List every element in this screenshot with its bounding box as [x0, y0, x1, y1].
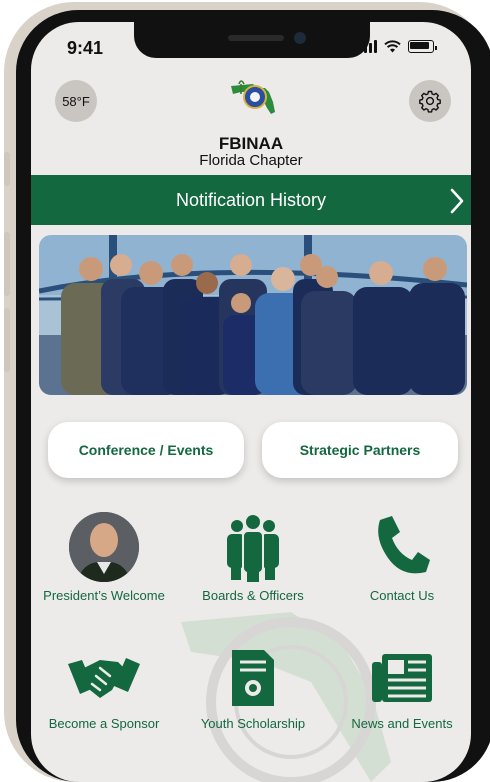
notification-history-label: Notification History	[175, 189, 327, 210]
battery-icon	[408, 40, 437, 53]
become-sponsor-label: Become a Sponsor	[48, 716, 160, 731]
gear-icon	[419, 90, 441, 113]
weather-badge[interactable]: 58°F	[55, 80, 97, 122]
front-camera	[294, 32, 306, 44]
group-icon	[227, 515, 279, 582]
president-photo	[69, 512, 139, 582]
youth-scholarship-label: Youth Scholarship	[200, 716, 306, 731]
app-screen: 9:41 58°F FBINAA Florida Chapter Notific…	[31, 22, 471, 782]
wifi-icon	[384, 40, 401, 53]
signal-icon	[359, 40, 377, 53]
org-subtitle: Florida Chapter	[199, 152, 303, 169]
volume-down-button	[4, 308, 10, 372]
chapter-logo	[231, 80, 275, 114]
notification-history-bar[interactable]: Notification History	[31, 175, 471, 225]
handshake-icon	[68, 658, 140, 698]
mute-switch	[4, 152, 10, 186]
settings-button[interactable]	[409, 80, 451, 122]
phone-icon	[378, 516, 430, 574]
boards-officers-label: Boards & Officers	[202, 588, 304, 603]
strategic-partners-button[interactable]: Strategic Partners	[262, 422, 458, 478]
volume-up-button	[4, 232, 10, 296]
presidents-welcome-label: President’s Welcome	[43, 588, 165, 603]
youth-scholarship-tile[interactable]: Youth Scholarship	[178, 646, 328, 731]
contact-us-label: Contact Us	[369, 588, 435, 603]
become-sponsor-tile[interactable]: Become a Sponsor	[31, 646, 179, 731]
newspaper-icon	[372, 654, 432, 702]
notch	[134, 22, 370, 58]
status-icons	[359, 40, 437, 53]
presidents-welcome-tile[interactable]: President’s Welcome	[31, 512, 179, 603]
speaker	[228, 35, 284, 41]
news-events-label: News and Events	[351, 716, 453, 731]
news-events-tile[interactable]: News and Events	[327, 646, 471, 731]
group-photo	[39, 235, 467, 395]
conference-events-button[interactable]: Conference / Events	[48, 422, 244, 478]
certificate-icon	[232, 650, 274, 706]
contact-us-tile[interactable]: Contact Us	[327, 512, 471, 603]
chevron-right-icon	[450, 188, 464, 214]
boards-officers-tile[interactable]: Boards & Officers	[178, 512, 328, 603]
status-time: 9:41	[67, 38, 104, 58]
org-title: FBINAA	[218, 134, 284, 153]
